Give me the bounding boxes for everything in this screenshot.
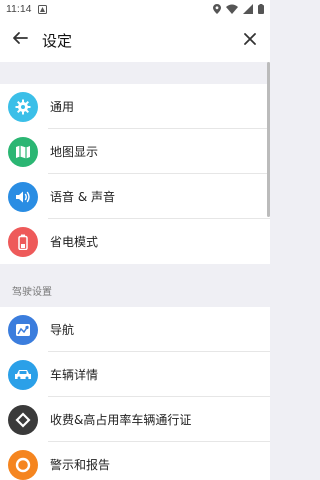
settings-item-label: 语音 & 声音 [50, 190, 115, 204]
close-button[interactable] [230, 18, 270, 62]
car-icon [8, 359, 38, 390]
status-bar: 11:14 [0, 0, 270, 18]
settings-item-label: 地图显示 [50, 145, 99, 159]
settings-item-map-display[interactable]: 地图显示 [0, 129, 270, 174]
status-time: 11:14 [6, 3, 32, 15]
page-title: 设定 [42, 31, 73, 50]
settings-item-label: 车辆详情 [50, 368, 99, 382]
app-bar: 设定 [0, 18, 270, 62]
scrollbar[interactable] [267, 62, 270, 217]
settings-item-label: 收费&高占用率车辆通行证 [50, 413, 192, 427]
navigation-icon [8, 314, 38, 345]
settings-item-navigation[interactable]: 导航 [0, 307, 270, 352]
settings-item-voice-sound[interactable]: 语音 & 声音 [0, 174, 270, 219]
notification-icon [37, 4, 47, 14]
battery-status-icon [258, 4, 264, 14]
driving-group: 导航 车辆详情 收费&高占用率车辆通行证 警示和报告 [0, 307, 270, 480]
settings-item-label: 警示和报告 [50, 458, 111, 472]
speaker-icon [8, 181, 38, 212]
settings-item-power-saving[interactable]: 省电模式 [0, 219, 270, 264]
settings-item-alerts-reports[interactable]: 警示和报告 [0, 442, 270, 480]
wifi-icon [226, 4, 238, 14]
signal-icon [243, 4, 253, 14]
settings-item-toll-hov[interactable]: 收费&高占用率车辆通行证 [0, 397, 270, 442]
toll-icon [8, 404, 38, 435]
settings-item-label: 导航 [50, 323, 75, 337]
settings-list[interactable]: 通用 地图显示 语音 & 声音 省电模式 驾驶设置 导航 车辆详情 收费&高占用… [0, 62, 270, 480]
top-spacer [0, 62, 270, 84]
arrow-left-icon [12, 30, 28, 50]
general-group: 通用 地图显示 语音 & 声音 省电模式 [0, 84, 270, 264]
settings-item-general[interactable]: 通用 [0, 84, 270, 129]
back-button[interactable] [0, 18, 40, 62]
settings-item-label: 通用 [50, 100, 75, 114]
map-icon [8, 136, 38, 167]
close-icon [243, 31, 257, 50]
settings-item-label: 省电模式 [50, 235, 99, 249]
gear-icon [8, 91, 38, 122]
alert-icon [8, 449, 38, 480]
section-header-driving: 驾驶设置 [0, 264, 270, 307]
settings-item-vehicle-details[interactable]: 车辆详情 [0, 352, 270, 397]
battery-icon [8, 226, 38, 257]
location-icon [213, 4, 221, 14]
